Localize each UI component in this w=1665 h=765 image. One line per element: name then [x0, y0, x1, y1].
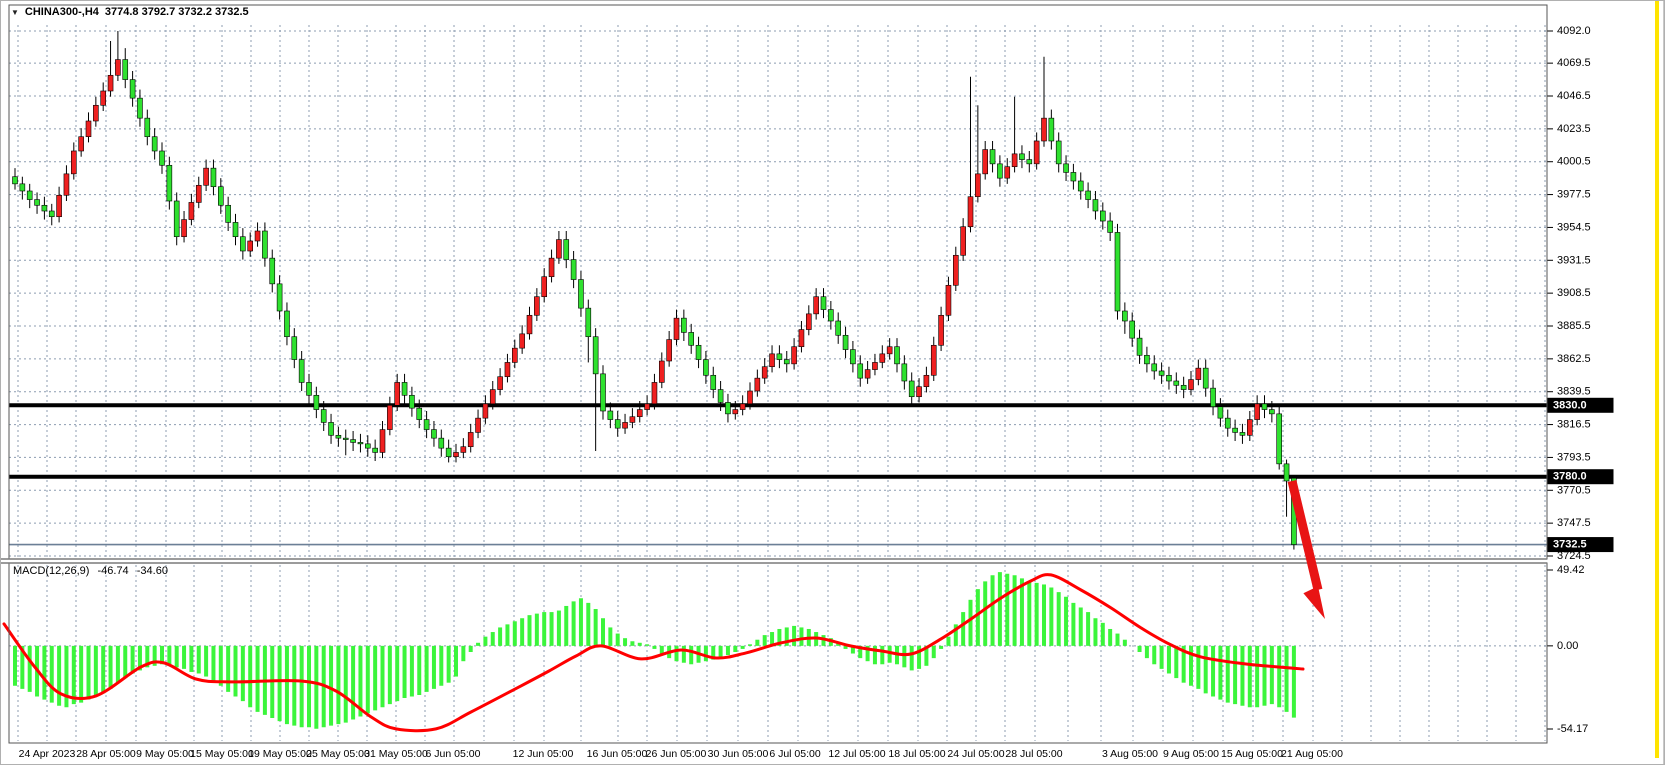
- macd-axis: 49.42 0.00 -54.17: [9, 564, 1588, 735]
- macd-signal-value: -34.60: [137, 565, 168, 577]
- svg-text:26 Jun 05:00: 26 Jun 05:00: [646, 748, 707, 760]
- vertical-gridlines: [18, 25, 1545, 741]
- svg-text:3816.5: 3816.5: [1557, 419, 1591, 431]
- chart-canvas[interactable]: 4092.0 4069.5 4046.5 4023.5 4000.5 3977.5 3954…: [1, 1, 1665, 765]
- svg-text:16 Jun 05:00: 16 Jun 05:00: [587, 748, 648, 760]
- svg-text:3830.0: 3830.0: [1553, 399, 1587, 411]
- svg-text:0.00: 0.00: [1557, 640, 1578, 652]
- svg-text:28 Jul 05:00: 28 Jul 05:00: [1005, 748, 1062, 760]
- svg-text:28 Apr 05:00: 28 Apr 05:00: [76, 748, 136, 760]
- svg-text:18 Jul 05:00: 18 Jul 05:00: [888, 748, 945, 760]
- svg-text:19 May 05:00: 19 May 05:00: [248, 748, 312, 760]
- svg-text:4000.5: 4000.5: [1557, 156, 1591, 168]
- svg-text:4046.5: 4046.5: [1557, 90, 1591, 102]
- candlestick-series: [13, 31, 1297, 550]
- svg-text:9 Aug 05:00: 9 Aug 05:00: [1163, 748, 1219, 760]
- svg-text:21 Aug 05:00: 21 Aug 05:00: [1281, 748, 1343, 760]
- price-badge-last: 3732.5: [1548, 537, 1614, 552]
- svg-text:6 Jul 05:00: 6 Jul 05:00: [769, 748, 821, 760]
- yellow-edge-stripe: [1655, 1, 1664, 765]
- price-badge-resistance: 3830.0: [1548, 398, 1614, 413]
- ohlc-readout: 3774.8 3792.7 3732.2 3732.5: [105, 6, 249, 18]
- svg-text:3954.5: 3954.5: [1557, 221, 1591, 233]
- chart-title: ▼ CHINA300-,H4 3774.8 3792.7 3732.2 3732…: [11, 6, 249, 18]
- svg-text:9 May 05:00: 9 May 05:00: [136, 748, 194, 760]
- svg-text:12 Jun 05:00: 12 Jun 05:00: [513, 748, 574, 760]
- symbol-period-label: CHINA300-,H4: [25, 6, 99, 18]
- level-lines[interactable]: [9, 405, 1547, 476]
- svg-text:3732.5: 3732.5: [1553, 539, 1587, 551]
- svg-text:30 Jun 05:00: 30 Jun 05:00: [708, 748, 769, 760]
- svg-text:12 Jul 05:00: 12 Jul 05:00: [828, 748, 885, 760]
- svg-text:3747.5: 3747.5: [1557, 517, 1591, 529]
- svg-text:4092.0: 4092.0: [1557, 25, 1591, 37]
- svg-text:4023.5: 4023.5: [1557, 123, 1591, 135]
- svg-text:49.42: 49.42: [1557, 564, 1585, 576]
- svg-text:3 Aug 05:00: 3 Aug 05:00: [1102, 748, 1158, 760]
- svg-text:31 May 05:00: 31 May 05:00: [364, 748, 428, 760]
- time-axis-labels: 24 Apr 202328 Apr 05:009 May 05:0015 May…: [19, 748, 1343, 760]
- svg-text:3770.5: 3770.5: [1557, 484, 1591, 496]
- svg-text:3977.5: 3977.5: [1557, 189, 1591, 201]
- svg-text:24 Apr 2023: 24 Apr 2023: [19, 748, 76, 760]
- svg-text:15 May 05:00: 15 May 05:00: [190, 748, 254, 760]
- svg-text:6 Jun 05:00: 6 Jun 05:00: [426, 748, 481, 760]
- svg-text:3931.5: 3931.5: [1557, 254, 1591, 266]
- svg-text:3885.5: 3885.5: [1557, 320, 1591, 332]
- svg-text:25 May 05:00: 25 May 05:00: [306, 748, 370, 760]
- svg-text:4069.5: 4069.5: [1557, 57, 1591, 69]
- svg-text:15 Aug 05:00: 15 Aug 05:00: [1221, 748, 1283, 760]
- svg-text:3862.5: 3862.5: [1557, 353, 1591, 365]
- macd-name: MACD(12,26,9): [13, 565, 89, 577]
- svg-text:3780.0: 3780.0: [1553, 471, 1587, 483]
- price-badge-support: 3780.0: [1548, 469, 1614, 484]
- svg-text:3839.5: 3839.5: [1557, 386, 1591, 398]
- trading-chart-window: 4092.0 4069.5 4046.5 4023.5 4000.5 3977.5 3954…: [0, 0, 1665, 765]
- svg-text:3908.5: 3908.5: [1557, 287, 1591, 299]
- macd-main-value: -46.74: [97, 565, 128, 577]
- symbol-dropdown-icon[interactable]: ▼: [11, 8, 19, 17]
- svg-text:24 Jul 05:00: 24 Jul 05:00: [947, 748, 1004, 760]
- macd-indicator-label: MACD(12,26,9) -46.74 -34.60: [13, 565, 173, 577]
- svg-text:-54.17: -54.17: [1557, 723, 1588, 735]
- trend-arrow: [1292, 481, 1325, 619]
- svg-text:3793.5: 3793.5: [1557, 451, 1591, 463]
- macd-histogram: [15, 572, 1294, 729]
